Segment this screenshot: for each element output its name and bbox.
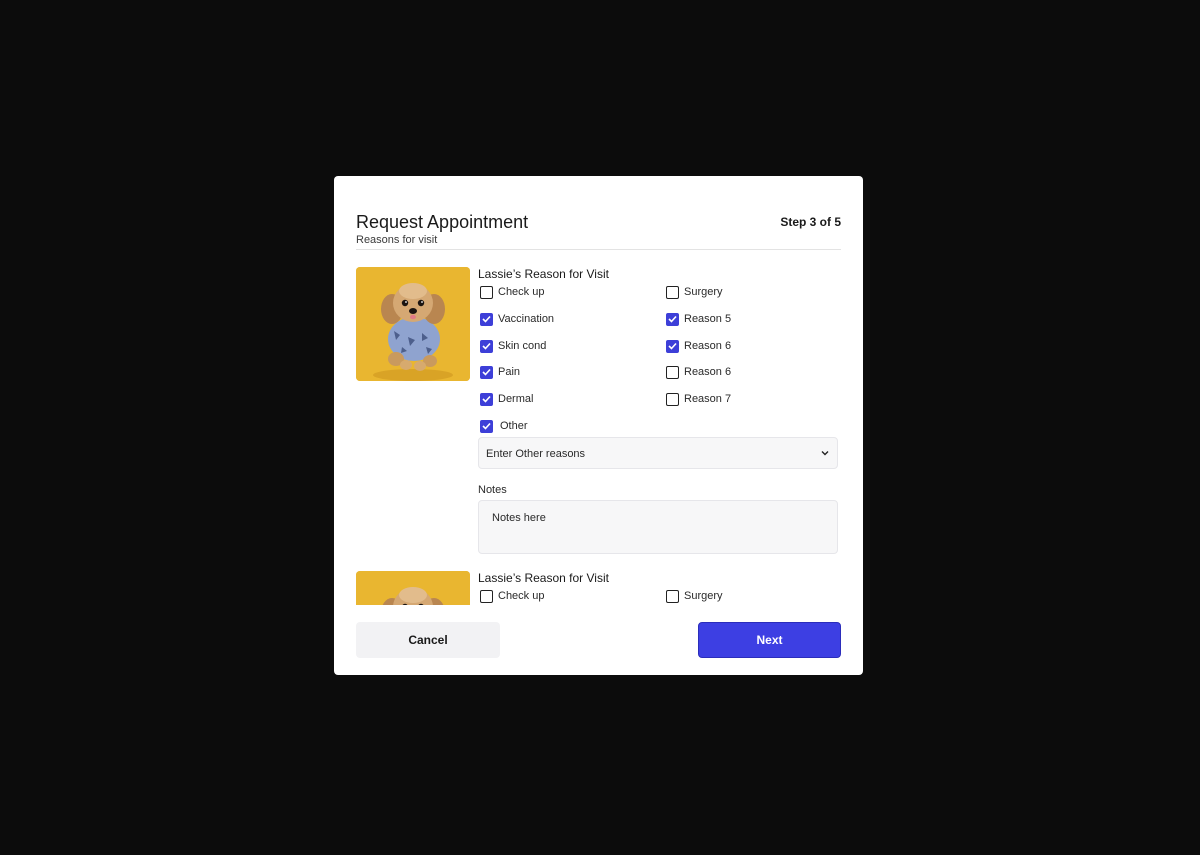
step-indicator: Step 3 of 5: [780, 215, 841, 229]
reason-checkbox-check-up[interactable]: Check up: [480, 588, 544, 604]
checkbox-label: Surgery: [684, 286, 723, 298]
reason-checkbox-surgery[interactable]: Surgery: [666, 588, 723, 604]
checkbox[interactable]: [666, 339, 679, 353]
pet-reason-heading: Lassie’s Reason for Visit: [478, 267, 609, 281]
checkbox-label: Pain: [498, 366, 521, 378]
checkbox[interactable]: [666, 365, 679, 379]
checkbox[interactable]: [480, 419, 493, 433]
checkbox-label: Dermal: [498, 393, 534, 405]
other-reasons-select[interactable]: Enter Other reasons: [478, 437, 838, 469]
checkbox[interactable]: [480, 365, 493, 379]
checkbox-label: Skin cond: [498, 340, 547, 352]
checkbox[interactable]: [666, 312, 679, 326]
check-icon: [482, 395, 491, 403]
reason-checkbox-other[interactable]: Other: [480, 418, 528, 434]
other-reasons-select-value: Enter Other reasons: [486, 448, 586, 460]
reason-checkbox-pain[interactable]: Pain: [480, 364, 520, 380]
check-icon: [668, 315, 677, 323]
reason-checkbox-reason-5[interactable]: Reason 5: [666, 311, 731, 327]
checkbox-label: Check up: [498, 286, 545, 298]
check-icon: [482, 315, 491, 323]
notes-placeholder: Notes here: [492, 512, 546, 524]
reason-checkbox-surgery[interactable]: Surgery: [666, 284, 723, 300]
pet-reason-heading: Lassie’s Reason for Visit: [478, 571, 609, 585]
reason-checkbox-skin-cond[interactable]: Skin cond: [480, 338, 546, 354]
checkbox[interactable]: [666, 392, 679, 406]
checkbox[interactable]: [480, 589, 493, 603]
modal-title: Request Appointment: [356, 212, 529, 232]
next-button[interactable]: Next: [698, 622, 841, 658]
checkbox[interactable]: [480, 285, 493, 299]
checkbox[interactable]: [480, 339, 493, 353]
reason-checkbox-dermal[interactable]: Dermal: [480, 391, 533, 407]
modal-subtitle: Reasons for visit: [356, 234, 438, 246]
checkbox[interactable]: [666, 589, 679, 603]
checkbox-label: Surgery: [684, 590, 723, 602]
notes-textarea[interactable]: Notes here: [478, 500, 838, 554]
pet-reason-section: Lassie’s Reason for Visit Check up Vacci…: [334, 267, 863, 557]
checkbox-label: Vaccination: [498, 313, 555, 325]
pet-photo: [356, 571, 470, 605]
checkbox-label: Reason 6: [684, 340, 732, 352]
reason-checkbox-check-up[interactable]: Check up: [480, 284, 544, 300]
checkbox-label: Reason 7: [684, 393, 732, 405]
pet-photo: [356, 267, 470, 381]
reason-checkbox-reason-7[interactable]: Reason 7: [666, 391, 731, 407]
checkbox[interactable]: [480, 392, 493, 406]
request-appointment-modal: Request Appointment Step 3 of 5 Reasons …: [334, 176, 863, 675]
notes-label: Notes: [478, 484, 507, 496]
checkbox-label: Check up: [498, 590, 545, 602]
checkbox-label: Reason 6: [684, 366, 732, 378]
reason-checkbox-reason-6b[interactable]: Reason 6: [666, 364, 731, 380]
reason-checkbox-vaccination[interactable]: Vaccination: [480, 311, 554, 327]
check-icon: [482, 422, 491, 430]
checkbox-label: Other: [500, 420, 528, 432]
check-icon: [482, 368, 491, 376]
checkbox-label: Reason 5: [684, 313, 732, 325]
cancel-button[interactable]: Cancel: [356, 622, 500, 658]
checkbox[interactable]: [480, 312, 493, 326]
pet-reason-section: Lassie’s Reason for Visit Check up Surge…: [334, 571, 863, 605]
reason-checkbox-reason-6[interactable]: Reason 6: [666, 338, 731, 354]
check-icon: [668, 342, 677, 350]
reasons-scroll-area[interactable]: Lassie’s Reason for Visit Check up Vacci…: [334, 250, 863, 605]
chevron-down-icon: [821, 451, 829, 456]
check-icon: [482, 342, 491, 350]
checkbox[interactable]: [666, 285, 679, 299]
